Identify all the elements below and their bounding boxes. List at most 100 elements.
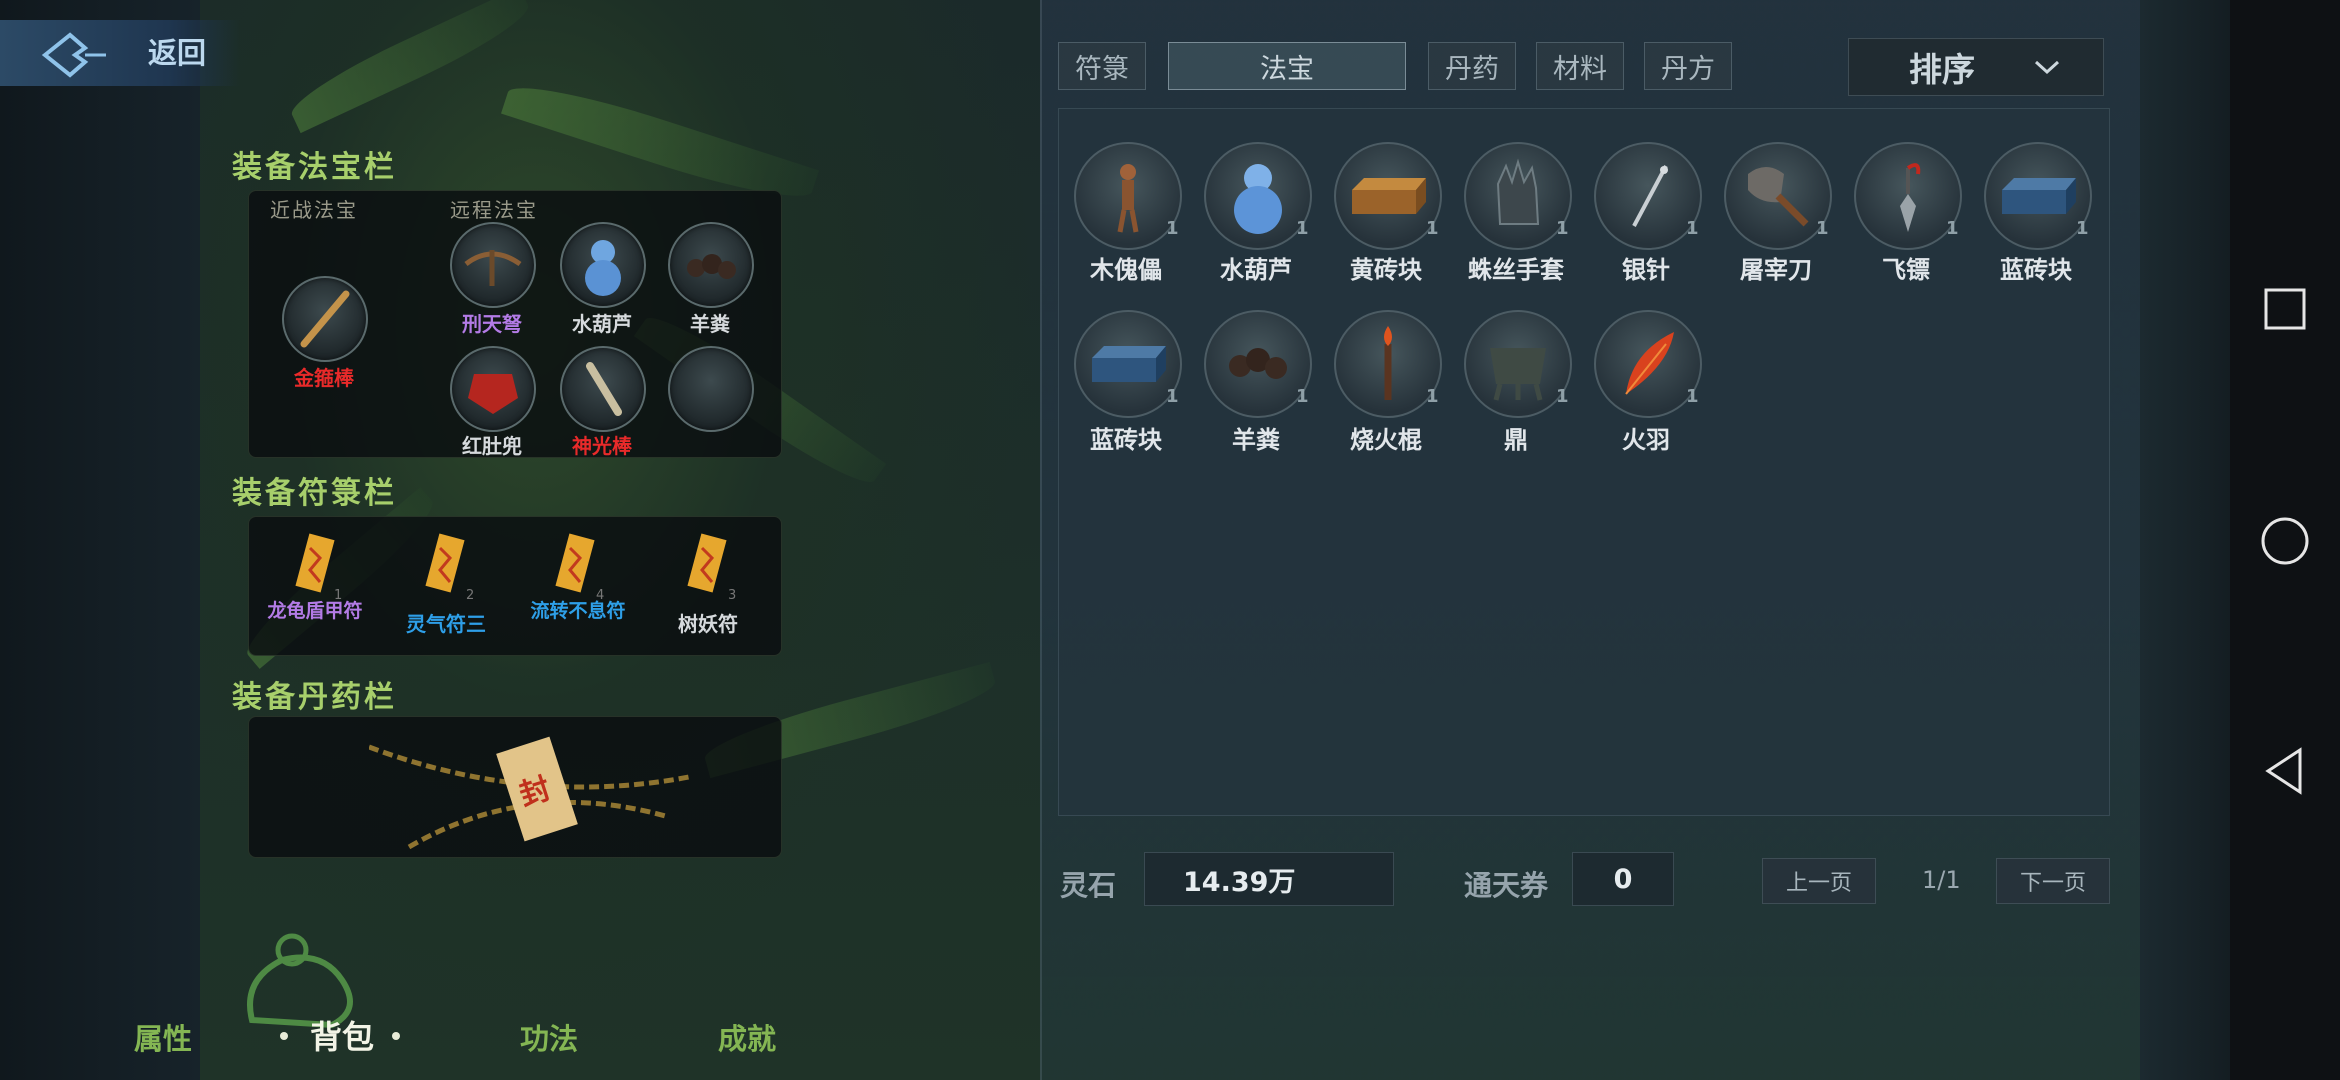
ticket-value: 0 bbox=[1613, 863, 1633, 895]
talisman-slot-2-label: 灵气符三 bbox=[406, 612, 486, 636]
melee-label: 近战法宝 bbox=[270, 198, 358, 222]
sort-label: 排序 bbox=[1909, 50, 1975, 89]
ticket-label: 通天券 bbox=[1464, 869, 1549, 902]
inventory-item-3-name: 黄砖块 bbox=[1350, 256, 1422, 284]
recent-apps-icon[interactable] bbox=[2258, 282, 2312, 336]
dung-icon bbox=[1229, 348, 1287, 379]
cauldron-icon bbox=[1490, 348, 1546, 401]
dung-icon bbox=[687, 254, 736, 279]
inventory-item-7-count: 1 bbox=[1946, 218, 1959, 239]
tab-recipe[interactable]: 丹方 bbox=[1644, 42, 1732, 90]
tab-attributes[interactable]: 属性 bbox=[134, 1016, 192, 1058]
cleaver-icon bbox=[1748, 167, 1809, 227]
golden-staff-icon bbox=[300, 290, 350, 348]
back-button[interactable]: 返回 bbox=[148, 30, 206, 72]
equip-treasure-title: 装备法宝栏 bbox=[232, 150, 397, 185]
inventory-item-6-name: 屠宰刀 bbox=[1740, 256, 1812, 284]
tab-pill[interactable]: 丹药 bbox=[1428, 42, 1516, 90]
inventory-item-5-count: 1 bbox=[1686, 218, 1699, 239]
ranged-slot-2-label: 水葫芦 bbox=[572, 312, 632, 336]
inventory-item-2-count: 1 bbox=[1296, 218, 1309, 239]
water-gourd-icon bbox=[585, 240, 621, 296]
game-emblem-icon bbox=[41, 32, 106, 78]
ranged-slot-4[interactable] bbox=[450, 346, 536, 432]
melee-slot[interactable] bbox=[282, 276, 368, 362]
crossbow-icon bbox=[464, 250, 522, 286]
inventory-item-3-count: 1 bbox=[1426, 218, 1439, 239]
water-gourd-icon bbox=[1234, 164, 1282, 234]
inventory-item-9-count: 1 bbox=[1166, 386, 1179, 407]
ranged-slot-2[interactable] bbox=[560, 222, 646, 308]
fire-feather-icon bbox=[1625, 332, 1674, 395]
ranged-slot-4-label: 红肚兜 bbox=[462, 434, 522, 458]
blue-brick-icon bbox=[1092, 346, 1166, 382]
wooden-puppet-icon bbox=[1117, 164, 1139, 233]
inventory-item-5-name: 银针 bbox=[1622, 256, 1670, 284]
equip-pill-title: 装备丹药栏 bbox=[232, 680, 397, 715]
next-page-button[interactable]: 下一页 bbox=[1996, 858, 2110, 904]
tab-backpack[interactable]: 背包 bbox=[310, 1012, 374, 1058]
blue-brick-icon bbox=[2002, 178, 2076, 214]
light-staff-icon bbox=[586, 362, 622, 416]
melee-slot-label: 金箍棒 bbox=[294, 366, 354, 390]
prev-page-button[interactable]: 上一页 bbox=[1762, 858, 1876, 904]
chevron-down-icon bbox=[2034, 60, 2060, 75]
tab-material[interactable]: 材料 bbox=[1536, 42, 1624, 90]
equip-pill-panel[interactable]: 封 bbox=[248, 716, 782, 858]
inventory-item-12-count: 1 bbox=[1556, 386, 1569, 407]
ranged-slot-6-empty[interactable] bbox=[668, 346, 754, 432]
fire-stick-icon bbox=[1384, 326, 1392, 400]
tab-achievements[interactable]: 成就 bbox=[718, 1016, 776, 1058]
spider-glove-icon bbox=[1496, 158, 1540, 225]
equip-talisman-title: 装备符箓栏 bbox=[232, 476, 397, 511]
inventory-item-7-name: 飞镖 bbox=[1882, 256, 1930, 284]
talisman-slot-4-label: 树妖符 bbox=[678, 612, 738, 636]
inventory-item-10-name: 羊粪 bbox=[1232, 426, 1280, 454]
inventory-item-2-name: 水葫芦 bbox=[1220, 256, 1292, 284]
inventory-item-9-name: 蓝砖块 bbox=[1090, 426, 1162, 454]
page-indicator: 1/1 bbox=[1922, 866, 1961, 894]
inventory-item-11-count: 1 bbox=[1426, 386, 1439, 407]
inventory-item-1-name: 木傀儡 bbox=[1090, 256, 1162, 284]
tab-skills[interactable]: 功法 bbox=[520, 1016, 578, 1058]
tab-talisman[interactable]: 符箓 bbox=[1058, 42, 1146, 90]
talisman-slot-2-count: 2 bbox=[466, 588, 475, 603]
back-nav-icon[interactable] bbox=[2258, 744, 2312, 798]
inventory-item-8-name: 蓝砖块 bbox=[2000, 256, 2072, 284]
red-apron-icon bbox=[468, 374, 518, 414]
inventory-item-13-count: 1 bbox=[1686, 386, 1699, 407]
ticket-field: 0 bbox=[1572, 852, 1674, 906]
spirit-stone-value: 14.39万 bbox=[1183, 866, 1296, 898]
ranged-slot-3[interactable] bbox=[668, 222, 754, 308]
inventory-item-8-count: 1 bbox=[2076, 218, 2089, 239]
ranged-slot-5-label: 神光棒 bbox=[572, 434, 632, 458]
talisman-slot-1-label: 龙龟盾甲符 bbox=[267, 600, 363, 622]
right-decor-panel bbox=[2140, 0, 2230, 1080]
yellow-brick-icon bbox=[1352, 178, 1426, 214]
spirit-stone-field: 14.39万 bbox=[1144, 852, 1394, 906]
active-tab-dot-right bbox=[392, 1032, 400, 1040]
dart-icon bbox=[1900, 163, 1921, 232]
active-tab-dot-left bbox=[280, 1032, 288, 1040]
sort-dropdown[interactable]: 排序 bbox=[1848, 38, 2104, 96]
ranged-slot-1[interactable] bbox=[450, 222, 536, 308]
inventory-item-6-count: 1 bbox=[1816, 218, 1829, 239]
inventory-item-4-name: 蛛丝手套 bbox=[1468, 256, 1564, 284]
inventory-item-13-name: 火羽 bbox=[1622, 426, 1670, 454]
left-dark-panel bbox=[0, 0, 200, 1080]
inventory-item-11-name: 烧火棍 bbox=[1350, 426, 1422, 454]
inventory-item-10-count: 1 bbox=[1296, 386, 1309, 407]
talisman-slot-3-label: 流转不息符 bbox=[530, 600, 626, 622]
spirit-stone-label: 灵石 bbox=[1060, 869, 1117, 902]
inventory-item-12-name: 鼎 bbox=[1504, 426, 1528, 454]
home-icon[interactable] bbox=[2258, 514, 2312, 568]
silver-needle-icon bbox=[1632, 165, 1668, 227]
inventory-item-4-count: 1 bbox=[1556, 218, 1569, 239]
inventory-item-1-count: 1 bbox=[1166, 218, 1179, 239]
ranged-slot-3-label: 羊粪 bbox=[690, 312, 730, 336]
ranged-label: 远程法宝 bbox=[450, 198, 538, 222]
talisman-slot-4-count: 3 bbox=[728, 588, 737, 603]
tab-treasure[interactable]: 法宝 bbox=[1168, 42, 1406, 90]
ranged-slot-5[interactable] bbox=[560, 346, 646, 432]
ranged-slot-1-label: 刑天弩 bbox=[462, 312, 522, 336]
